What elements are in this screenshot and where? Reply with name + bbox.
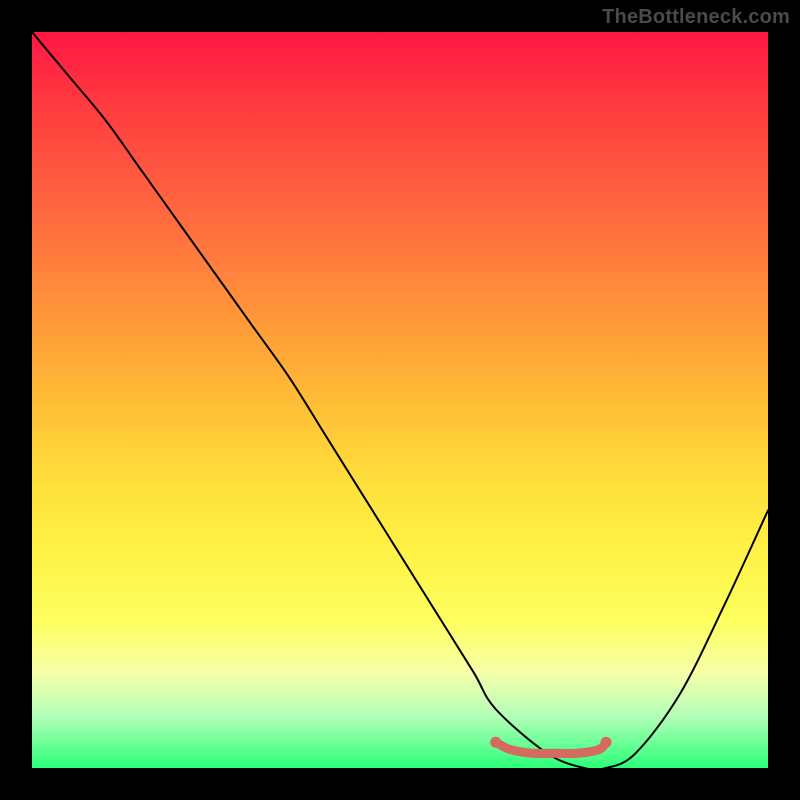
chart-frame: TheBottleneck.com: [0, 0, 800, 800]
plot-area: [32, 32, 768, 768]
watermark-text: TheBottleneck.com: [602, 6, 790, 29]
